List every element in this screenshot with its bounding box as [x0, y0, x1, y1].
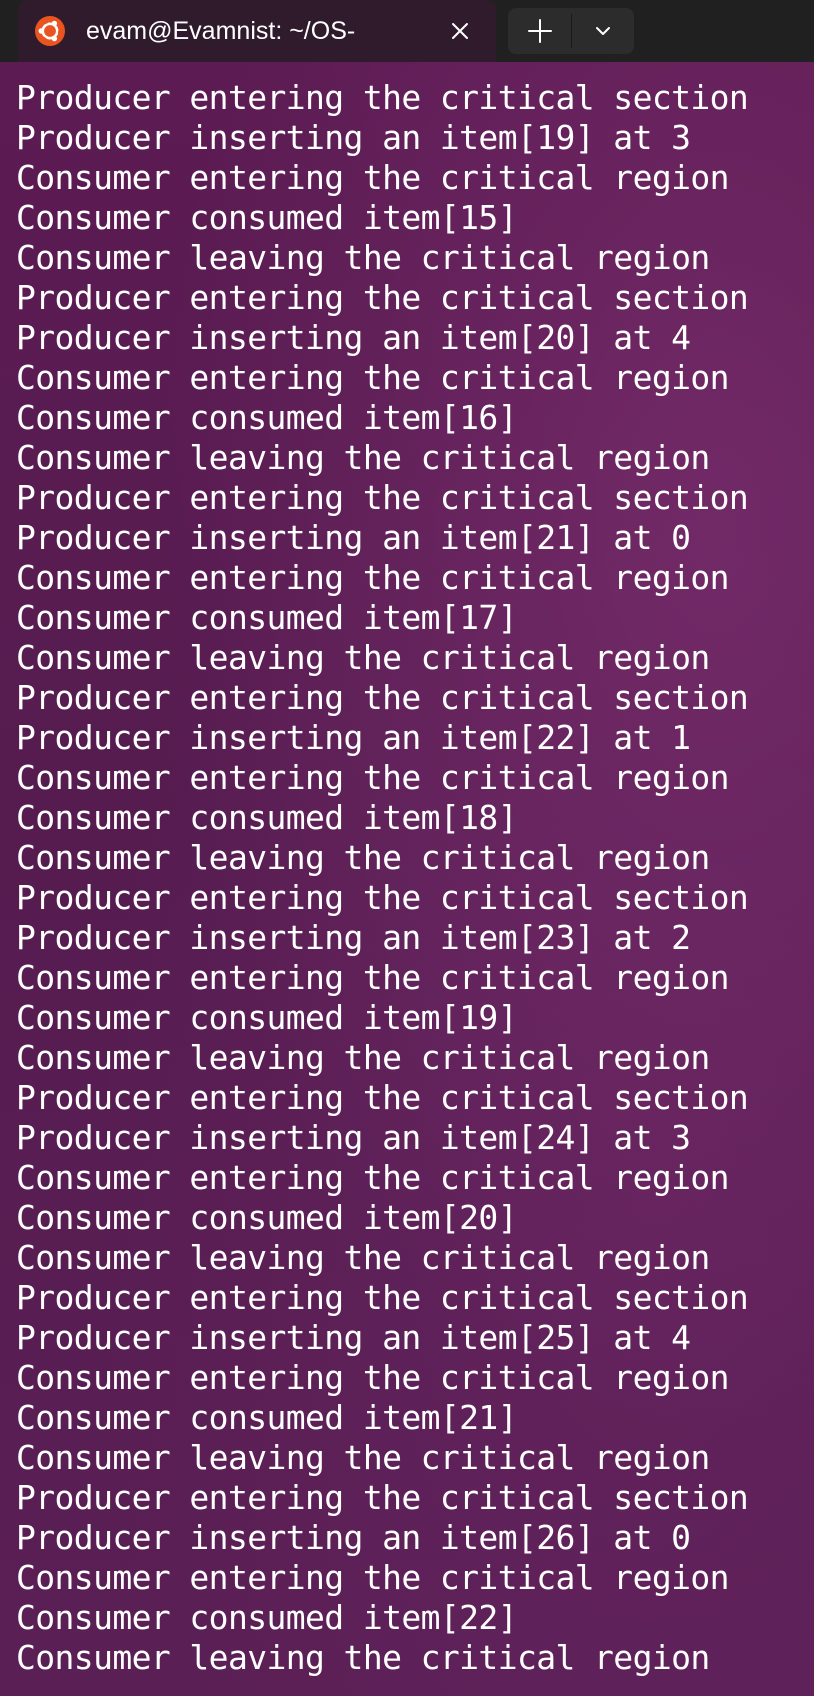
output-line: Consumer entering the critical region: [16, 158, 730, 197]
terminal-window: evam@Evamnist: ~/OS- Producer entering t…: [0, 0, 814, 1696]
terminal-tab[interactable]: evam@Evamnist: ~/OS-: [18, 0, 496, 62]
output-line: Consumer consumed item[17]: [16, 598, 518, 637]
output-line: Consumer consumed item[22]: [16, 1598, 518, 1637]
close-icon[interactable]: [443, 14, 477, 48]
output-line: Consumer entering the critical region: [16, 1158, 730, 1197]
output-line: Producer entering the critical section: [16, 678, 749, 717]
output-line: Consumer consumed item[20]: [16, 1198, 518, 1237]
output-line: Producer inserting an item[26] at 0: [16, 1518, 691, 1557]
output-line: Consumer leaving the critical region: [16, 438, 710, 477]
title-bar: evam@Evamnist: ~/OS-: [0, 0, 814, 62]
output-line: Consumer consumed item[16]: [16, 398, 518, 437]
tab-dropdown-button[interactable]: [572, 8, 634, 54]
output-line: Consumer entering the critical region: [16, 1558, 730, 1597]
output-line: Consumer consumed item[21]: [16, 1398, 518, 1437]
output-line: Consumer consumed item[18]: [16, 798, 518, 837]
output-line: Producer inserting an item[22] at 1: [16, 718, 691, 757]
output-line: Consumer consumed item[19]: [16, 998, 518, 1037]
output-line: Consumer leaving the critical region: [16, 1038, 710, 1077]
output-line: Producer entering the critical section: [16, 1278, 749, 1317]
output-line: Producer entering the critical section: [16, 478, 749, 517]
output-line: Consumer leaving the critical region: [16, 638, 710, 677]
terminal-output-area[interactable]: Producer entering the critical section P…: [0, 62, 814, 1696]
ubuntu-logo-icon: [35, 16, 65, 46]
output-line: Producer entering the critical section: [16, 278, 749, 317]
output-line: Producer entering the critical section: [16, 1478, 749, 1517]
output-line: Producer inserting an item[19] at 3: [16, 118, 691, 157]
output-line: Producer entering the critical section: [16, 78, 749, 117]
output-line: Consumer leaving the critical region: [16, 1638, 710, 1677]
output-line: Consumer entering the critical region: [16, 758, 730, 797]
output-line: Producer inserting an item[23] at 2: [16, 918, 691, 957]
terminal-output: Producer entering the critical section P…: [16, 78, 806, 1678]
output-line: Consumer entering the critical region: [16, 1358, 730, 1397]
tab-title: evam@Evamnist: ~/OS-: [86, 17, 356, 45]
output-line: Consumer entering the critical region: [16, 358, 730, 397]
output-line: Consumer leaving the critical region: [16, 1438, 710, 1477]
output-line: Producer entering the critical section: [16, 878, 749, 917]
output-line: Consumer consumed item[15]: [16, 198, 518, 237]
output-line: Producer entering the critical section: [16, 1078, 749, 1117]
output-line: Consumer entering the critical region: [16, 558, 730, 597]
output-line: Producer inserting an item[21] at 0: [16, 518, 691, 557]
new-tab-button[interactable]: [508, 8, 571, 54]
tab-actions: [508, 8, 634, 54]
output-line: Consumer leaving the critical region: [16, 238, 710, 277]
output-line: Consumer leaving the critical region: [16, 1238, 710, 1277]
output-line: Producer inserting an item[25] at 4: [16, 1318, 691, 1357]
output-line: Consumer leaving the critical region: [16, 838, 710, 877]
output-line: Producer inserting an item[20] at 4: [16, 318, 691, 357]
output-line: Consumer entering the critical region: [16, 958, 730, 997]
output-line: Producer inserting an item[24] at 3: [16, 1118, 691, 1157]
